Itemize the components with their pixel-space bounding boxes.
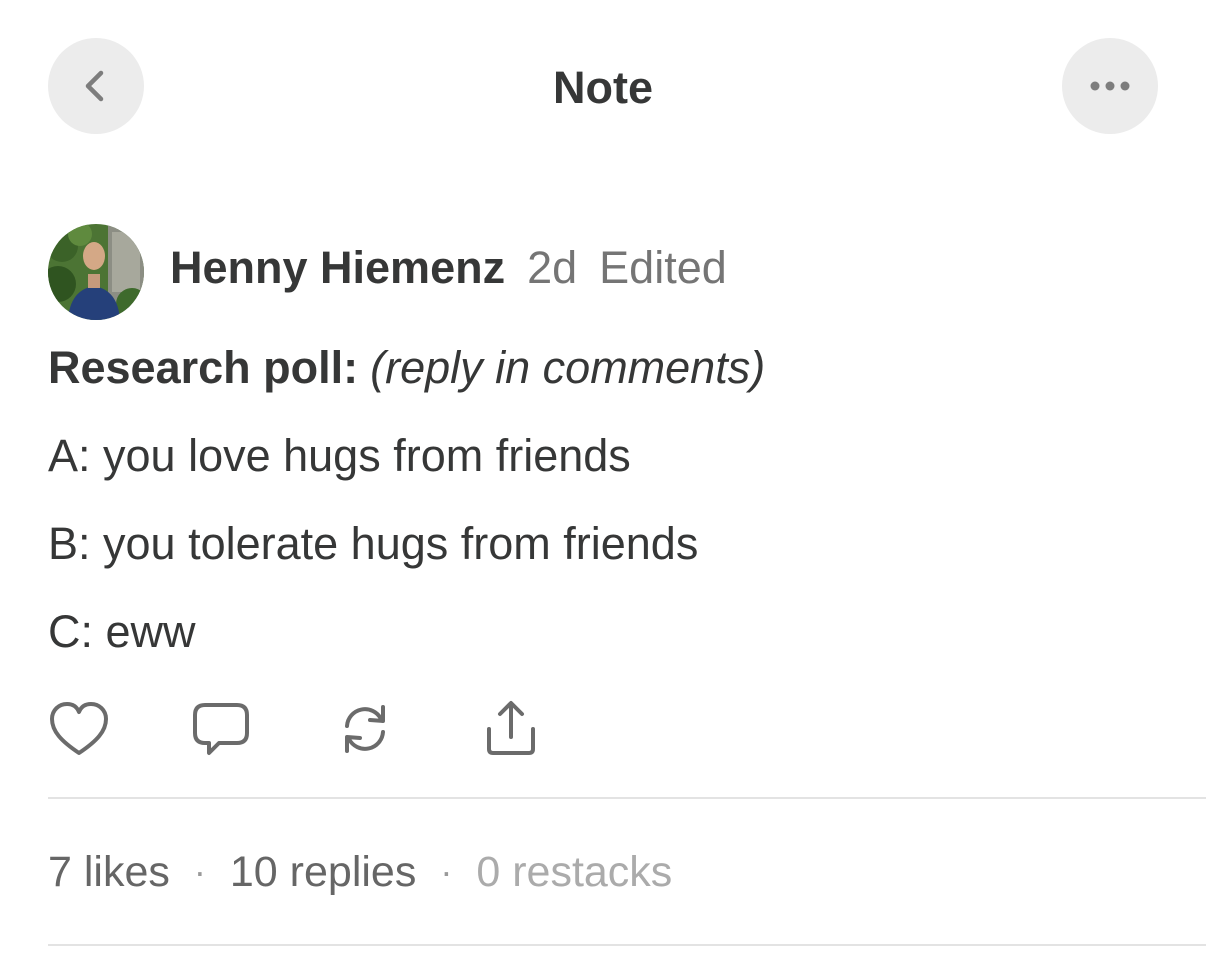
poll-option-a: A: you love hugs from friends (48, 430, 631, 481)
post-heading: Research poll: (reply in comments) (48, 338, 765, 398)
author-name[interactable]: Henny Hiemenz (170, 238, 505, 298)
more-options-button[interactable] (1062, 38, 1158, 134)
restack-button[interactable] (334, 698, 396, 760)
stats-separator: · (193, 851, 206, 892)
stats-separator: · (440, 851, 453, 892)
divider (48, 944, 1206, 946)
avatar[interactable] (48, 224, 144, 320)
comment-icon (193, 703, 249, 755)
stats-row: 7 likes · 10 replies · 0 restacks (48, 842, 672, 902)
likes-count[interactable]: 7 likes (48, 842, 170, 902)
post-timestamp: 2d (527, 242, 578, 293)
avatar-photo (48, 224, 144, 320)
poll-option-c: C: eww (48, 606, 196, 657)
divider (48, 797, 1206, 799)
share-button[interactable] (480, 698, 542, 760)
poll-option-b: B: you tolerate hugs from friends (48, 518, 699, 569)
heart-icon (50, 702, 108, 755)
refresh-icon (345, 705, 385, 753)
edited-label: Edited (599, 242, 727, 293)
reply-button[interactable] (190, 698, 252, 760)
more-horizontal-icon (1090, 81, 1130, 91)
share-icon (487, 701, 535, 755)
page-title: Note (553, 62, 653, 113)
post-heading-italic: (reply in comments) (370, 342, 766, 393)
restacks-count: 0 restacks (476, 848, 673, 896)
author-row: Henny Hiemenz 2d Edited (170, 238, 727, 298)
like-button[interactable] (48, 698, 110, 760)
replies-count[interactable]: 10 replies (230, 842, 416, 902)
post-heading-bold: Research poll: (48, 342, 359, 393)
